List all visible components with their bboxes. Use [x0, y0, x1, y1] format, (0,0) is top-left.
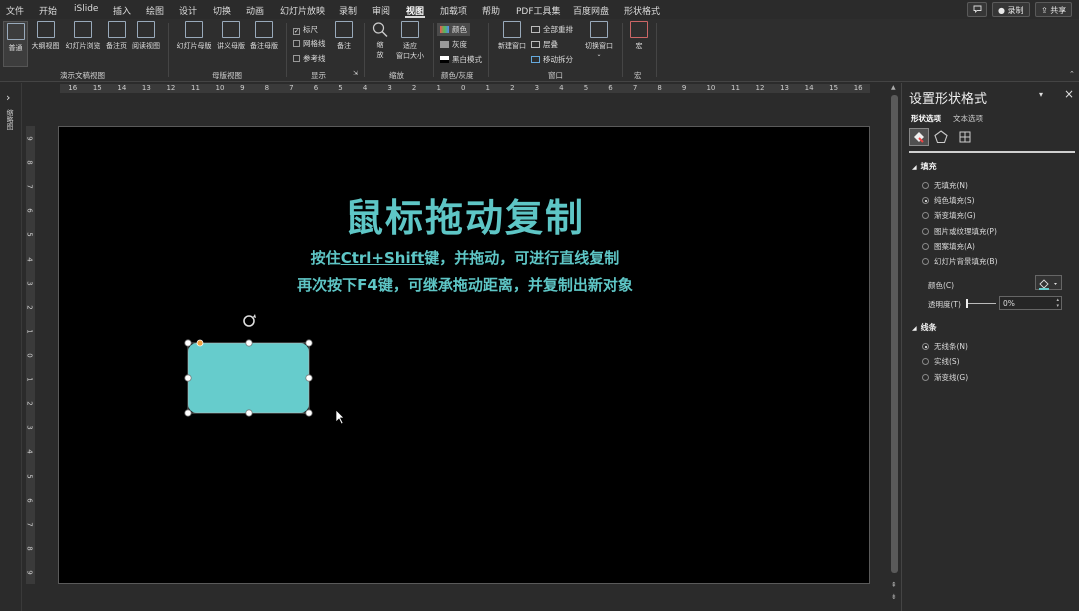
radio-selected-icon: [922, 343, 929, 350]
resize-handle-e[interactable]: [305, 374, 313, 382]
format-shape-pane: 设置形状格式 ▾ × 形状选项 文本选项 ◢ 填充 无填充(N) 纯色填充(S) …: [901, 83, 1079, 611]
resize-handle-ne[interactable]: [305, 339, 313, 347]
radio-icon: [922, 358, 929, 365]
scrollbar-thumb[interactable]: [891, 95, 898, 573]
fill-option-pattern[interactable]: 图案填充(A): [922, 241, 975, 252]
radio-icon: [922, 243, 929, 250]
transparency-label: 透明度(T): [928, 300, 961, 309]
line-section-header[interactable]: ◢ 线条: [912, 322, 937, 333]
line-option-none[interactable]: 无线条(N): [922, 341, 968, 352]
fill-section-header[interactable]: ◢ 填充: [912, 161, 937, 172]
radio-icon: [922, 374, 929, 381]
radio-icon: [922, 258, 929, 265]
radio-icon: [922, 182, 929, 189]
selection-frame: [187, 342, 310, 414]
color-label: 颜色(C): [928, 281, 955, 290]
fill-option-solid[interactable]: 纯色填充(S): [922, 195, 975, 206]
resize-handle-n[interactable]: [245, 339, 253, 347]
fill-option-label: 幻灯片背景填充(B): [934, 257, 998, 266]
next-slide-icon[interactable]: ⇟: [891, 593, 897, 601]
slider-thumb[interactable]: [966, 299, 968, 308]
rotate-handle-icon[interactable]: [243, 314, 256, 327]
spinner-icon[interactable]: ▴ ▾: [1056, 297, 1059, 309]
line-option-solid[interactable]: 实线(S): [922, 356, 960, 367]
adjust-handle[interactable]: [196, 339, 204, 347]
line-option-label: 实线(S): [934, 357, 960, 366]
collapse-triangle-icon: ◢: [912, 325, 917, 332]
close-pane-icon[interactable]: ×: [1064, 87, 1074, 101]
pane-options-chevron-icon[interactable]: ▾: [1039, 90, 1043, 99]
resize-handle-sw[interactable]: [184, 409, 192, 417]
line-option-label: 渐变线(G): [934, 373, 969, 382]
radio-icon: [922, 212, 929, 219]
effects-tab[interactable]: [933, 129, 949, 149]
tab-text-options[interactable]: 文本选项: [953, 113, 983, 124]
line-section-label: 线条: [920, 323, 937, 332]
fill-option-label: 渐变填充(G): [934, 211, 976, 220]
collapse-triangle-icon: ◢: [912, 164, 917, 171]
fill-option-gradient[interactable]: 渐变填充(G): [922, 210, 976, 221]
line-option-gradient[interactable]: 渐变线(G): [922, 372, 968, 383]
radio-icon: [922, 228, 929, 235]
fill-line-tab[interactable]: [909, 128, 929, 146]
size-grid-icon: [959, 131, 971, 143]
transparency-input[interactable]: 0% ▴ ▾: [999, 296, 1062, 310]
powerpoint-window: 文件 开始 iSlide 插入 绘图 设计 切换 动画 幻灯片放映 录制 审阅 …: [0, 0, 1079, 611]
fill-option-label: 纯色填充(S): [934, 196, 975, 205]
radio-selected-icon: [922, 197, 929, 204]
color-picker-button[interactable]: [1035, 275, 1062, 290]
size-properties-tab[interactable]: [957, 129, 973, 149]
fill-option-background[interactable]: 幻灯片背景填充(B): [922, 256, 998, 267]
paint-bucket-icon: [914, 132, 924, 143]
fill-option-none[interactable]: 无填充(N): [922, 180, 968, 191]
mouse-cursor-icon: [335, 409, 345, 425]
pentagon-icon: [934, 130, 948, 144]
transparency-slider[interactable]: [966, 299, 996, 308]
fill-option-label: 图片或纹理填充(P): [934, 227, 997, 236]
pane-title: 设置形状格式: [909, 92, 988, 107]
fill-option-picture[interactable]: 图片或纹理填充(P): [922, 226, 997, 237]
fill-section-label: 填充: [920, 162, 937, 171]
fill-option-label: 图案填充(A): [934, 242, 975, 251]
resize-handle-nw[interactable]: [184, 339, 192, 347]
line-option-label: 无线条(N): [934, 342, 968, 351]
resize-handle-se[interactable]: [305, 409, 313, 417]
scroll-up-icon[interactable]: ▲: [891, 84, 896, 91]
tab-divider: [909, 151, 1075, 153]
resize-handle-s[interactable]: [245, 409, 253, 417]
tab-shape-options[interactable]: 形状选项: [911, 113, 941, 124]
previous-slide-icon[interactable]: ⇞: [891, 581, 897, 589]
fill-option-label: 无填充(N): [934, 181, 968, 190]
fill-color-icon: [1039, 279, 1057, 290]
transparency-value: 0%: [1003, 299, 1015, 308]
resize-handle-w[interactable]: [184, 374, 192, 382]
